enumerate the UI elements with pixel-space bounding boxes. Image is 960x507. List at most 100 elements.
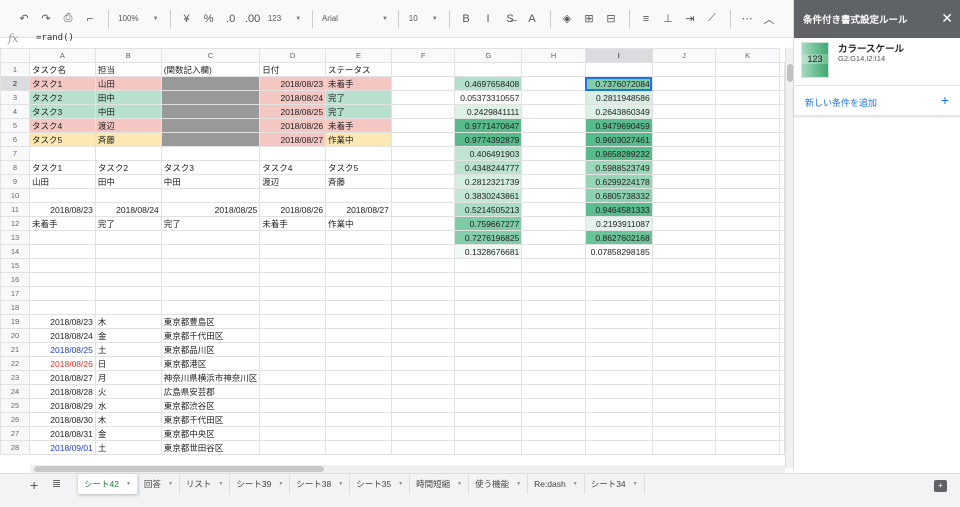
chevron-down-icon[interactable]: ▼ — [398, 481, 403, 487]
row-header[interactable]: 6 — [0, 132, 30, 147]
cell[interactable]: 0.6299224178 — [584, 174, 653, 189]
cell[interactable] — [584, 384, 653, 399]
currency-button[interactable]: ¥ — [177, 8, 197, 30]
cell[interactable] — [521, 244, 586, 259]
cell[interactable] — [584, 398, 653, 413]
cell[interactable] — [325, 314, 392, 329]
sheet-tab[interactable]: Re:dash ▼ — [528, 474, 585, 494]
row-header[interactable]: 24 — [0, 384, 30, 399]
cell[interactable]: 2018/08/27 — [259, 132, 327, 147]
cell[interactable] — [325, 384, 392, 399]
merge-cells-icon[interactable]: ⊟ — [601, 8, 621, 30]
cell[interactable]: (関数記入欄) — [160, 62, 261, 77]
cell[interactable]: 0.5214505213 — [454, 202, 523, 217]
cell[interactable] — [521, 398, 586, 413]
cell[interactable] — [521, 160, 586, 175]
cell[interactable]: 2018/08/27 — [29, 370, 96, 385]
cell[interactable]: 2018/08/29 — [29, 398, 96, 413]
cell[interactable]: 2018/08/26 — [259, 202, 327, 217]
cell[interactable] — [715, 174, 780, 189]
cell[interactable] — [651, 398, 717, 413]
add-sheet-icon[interactable]: + — [30, 477, 38, 493]
cell[interactable]: 2018/08/30 — [29, 412, 96, 427]
cell[interactable] — [521, 90, 586, 105]
cell[interactable] — [325, 146, 392, 161]
cell[interactable]: 山田 — [94, 76, 162, 91]
cell[interactable]: 金 — [94, 328, 162, 343]
cell[interactable] — [390, 286, 456, 301]
cell[interactable]: 0.406491903 — [454, 146, 523, 161]
cell[interactable] — [779, 342, 785, 357]
cell[interactable] — [259, 258, 327, 273]
cell[interactable]: 木 — [94, 314, 162, 329]
cell[interactable] — [651, 174, 717, 189]
cell[interactable] — [651, 258, 717, 273]
cell[interactable] — [325, 356, 392, 371]
row-header[interactable]: 16 — [0, 272, 30, 287]
cell[interactable] — [521, 384, 586, 399]
cell[interactable]: 0.1328676681 — [454, 244, 523, 259]
row-header[interactable]: 11 — [0, 202, 30, 217]
cell[interactable] — [160, 146, 261, 161]
row-header[interactable]: 4 — [0, 104, 30, 119]
cell[interactable] — [584, 440, 653, 455]
cell[interactable] — [29, 286, 96, 301]
cell[interactable] — [390, 244, 456, 259]
cell[interactable] — [390, 412, 456, 427]
column-header[interactable]: A — [29, 48, 96, 63]
cell[interactable] — [779, 146, 785, 161]
cell[interactable]: 0.4697658408 — [454, 76, 523, 91]
text-wrap-icon[interactable]: ⇥ — [680, 8, 700, 30]
cell[interactable] — [29, 272, 96, 287]
column-header[interactable]: I — [584, 48, 653, 63]
cell[interactable] — [521, 118, 586, 133]
sheet-tab[interactable]: シート35 ▼ — [350, 474, 411, 494]
cell[interactable] — [390, 202, 456, 217]
cell[interactable] — [259, 398, 327, 413]
chevron-down-icon[interactable]: ▼ — [516, 481, 521, 487]
chevron-down-icon[interactable]: ▼ — [338, 481, 343, 487]
align-horizontal-icon[interactable]: ≡ — [636, 8, 656, 30]
cell[interactable] — [779, 160, 785, 175]
sheet-tab[interactable]: 時間短縮 ▼ — [410, 474, 470, 494]
cell[interactable]: 東京都品川区 — [160, 342, 261, 357]
cell[interactable] — [779, 412, 785, 427]
cell[interactable] — [779, 174, 785, 189]
cell[interactable] — [160, 244, 261, 259]
row-header[interactable]: 17 — [0, 286, 30, 301]
cell[interactable] — [521, 328, 586, 343]
cell[interactable] — [29, 188, 96, 203]
row-header[interactable]: 9 — [0, 174, 30, 189]
cell[interactable]: 担当 — [94, 62, 162, 77]
cell[interactable] — [390, 258, 456, 273]
zoom-dropdown[interactable]: 100% ▼ — [115, 8, 162, 30]
cell[interactable] — [715, 146, 780, 161]
cell[interactable] — [325, 426, 392, 441]
cell[interactable]: 斉藤 — [325, 174, 392, 189]
cell[interactable] — [259, 370, 327, 385]
cell[interactable] — [390, 174, 456, 189]
cell[interactable] — [715, 118, 780, 133]
column-header[interactable]: F — [390, 48, 456, 63]
cell[interactable] — [651, 90, 717, 105]
horizontal-scroll-thumb[interactable] — [34, 466, 324, 472]
cell[interactable] — [94, 258, 162, 273]
cell[interactable] — [584, 314, 653, 329]
chevron-down-icon[interactable]: ▼ — [168, 481, 173, 487]
cell[interactable] — [259, 300, 327, 315]
cell[interactable] — [715, 272, 780, 287]
cell[interactable]: 東京都豊島区 — [160, 314, 261, 329]
cell[interactable]: タスク4 — [29, 118, 96, 133]
cell[interactable] — [29, 244, 96, 259]
cell[interactable]: 2018/08/23 — [259, 76, 327, 91]
cell[interactable] — [521, 230, 586, 245]
cell[interactable]: 0.7376072084 — [584, 76, 653, 91]
cell[interactable] — [259, 426, 327, 441]
cell[interactable] — [521, 314, 586, 329]
cell[interactable] — [325, 300, 392, 315]
cell[interactable]: ステータス — [325, 62, 392, 77]
cell[interactable] — [454, 258, 523, 273]
cell[interactable] — [715, 104, 780, 119]
row-header[interactable]: 25 — [0, 398, 30, 413]
cell[interactable]: 土 — [94, 440, 162, 455]
